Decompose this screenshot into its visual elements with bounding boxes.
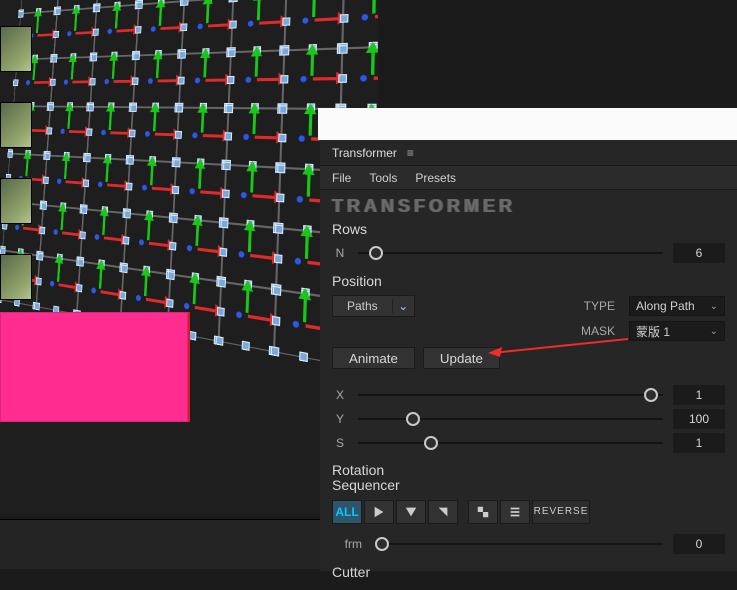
mask-dropdown[interactable]: 蒙版 1 ⌄ xyxy=(629,321,725,341)
mask-label: MASK xyxy=(577,324,621,338)
sequencer-heading: Rotation Sequencer xyxy=(332,463,725,494)
seq-lines-button[interactable] xyxy=(500,500,530,524)
frm-slider[interactable] xyxy=(376,536,663,552)
paths-label: Paths xyxy=(333,299,392,313)
transformer-panel: Transformer ≡ File Tools Presets TRANSFO… xyxy=(320,140,737,571)
seq-step-button[interactable] xyxy=(468,500,498,524)
position-heading: Position xyxy=(332,273,725,289)
paths-dropdown-button[interactable]: Paths ⌄ xyxy=(332,295,415,317)
section-position: Position Paths ⌄ TYPE Along Path ⌄ MASK … xyxy=(320,271,737,461)
thumbnail xyxy=(0,178,32,224)
pos-x-value[interactable] xyxy=(673,385,725,405)
pos-s-value[interactable] xyxy=(673,433,725,453)
seq-arrow-diag-button[interactable] xyxy=(428,500,458,524)
brand: TRANSFORMER xyxy=(320,190,737,219)
grid-cell[interactable] xyxy=(36,256,80,315)
chevron-down-icon: ⌄ xyxy=(710,326,718,337)
seq-reverse-button[interactable]: REVERSE xyxy=(532,500,590,524)
rows-n-value[interactable] xyxy=(673,243,725,263)
panel-menubar: File Tools Presets xyxy=(320,166,737,190)
menu-file[interactable]: File xyxy=(332,171,351,185)
rows-heading: Rows xyxy=(332,221,725,237)
type-label: TYPE xyxy=(577,299,621,313)
menu-presets[interactable]: Presets xyxy=(415,171,456,185)
pos-y-slider[interactable] xyxy=(358,411,663,427)
menu-tools[interactable]: Tools xyxy=(369,171,397,185)
pos-s-label: S xyxy=(332,436,348,450)
pos-y-value[interactable] xyxy=(673,409,725,429)
mask-value: 蒙版 1 xyxy=(636,323,670,340)
seq-arrow-right-button[interactable] xyxy=(364,500,394,524)
selection-box xyxy=(0,312,188,422)
thumbnail xyxy=(0,102,32,148)
update-button[interactable]: Update xyxy=(423,347,500,369)
frm-label: frm xyxy=(332,537,366,551)
thumbnail xyxy=(0,26,32,72)
pos-x-slider[interactable] xyxy=(358,387,663,403)
panel-titlebar: Transformer ≡ xyxy=(320,140,737,166)
panel-gap xyxy=(318,108,737,140)
section-cutter: Cutter xyxy=(320,562,737,590)
panel-title: Transformer xyxy=(332,146,397,160)
rows-n-label: N xyxy=(332,246,348,260)
chevron-down-icon: ⌄ xyxy=(392,299,414,313)
section-rows: Rows N xyxy=(320,219,737,271)
thumbnail xyxy=(0,254,32,300)
chevron-down-icon: ⌄ xyxy=(710,301,718,312)
selection-edge xyxy=(188,312,190,422)
type-value: Along Path xyxy=(636,299,695,313)
grid-cell[interactable] xyxy=(219,282,277,353)
pos-y-label: Y xyxy=(332,412,348,426)
sequencer-toolbar: ALL REVERSE xyxy=(332,500,725,524)
rows-n-slider[interactable] xyxy=(358,245,663,261)
type-dropdown[interactable]: Along Path ⌄ xyxy=(629,296,725,316)
seq-arrow-down-button[interactable] xyxy=(396,500,426,524)
panel-menu-icon[interactable]: ≡ xyxy=(407,146,414,160)
brand-logo: TRANSFORMER xyxy=(332,196,725,217)
cutter-heading: Cutter xyxy=(332,564,725,580)
animate-button[interactable]: Animate xyxy=(332,347,415,369)
timeline-shelf[interactable] xyxy=(0,519,320,569)
pos-s-slider[interactable] xyxy=(358,435,663,451)
seq-all-button[interactable]: ALL xyxy=(332,500,362,524)
frm-value[interactable] xyxy=(673,534,725,554)
pos-x-label: X xyxy=(332,388,348,402)
section-sequencer: Rotation Sequencer ALL REVERSE frm xyxy=(320,461,737,562)
